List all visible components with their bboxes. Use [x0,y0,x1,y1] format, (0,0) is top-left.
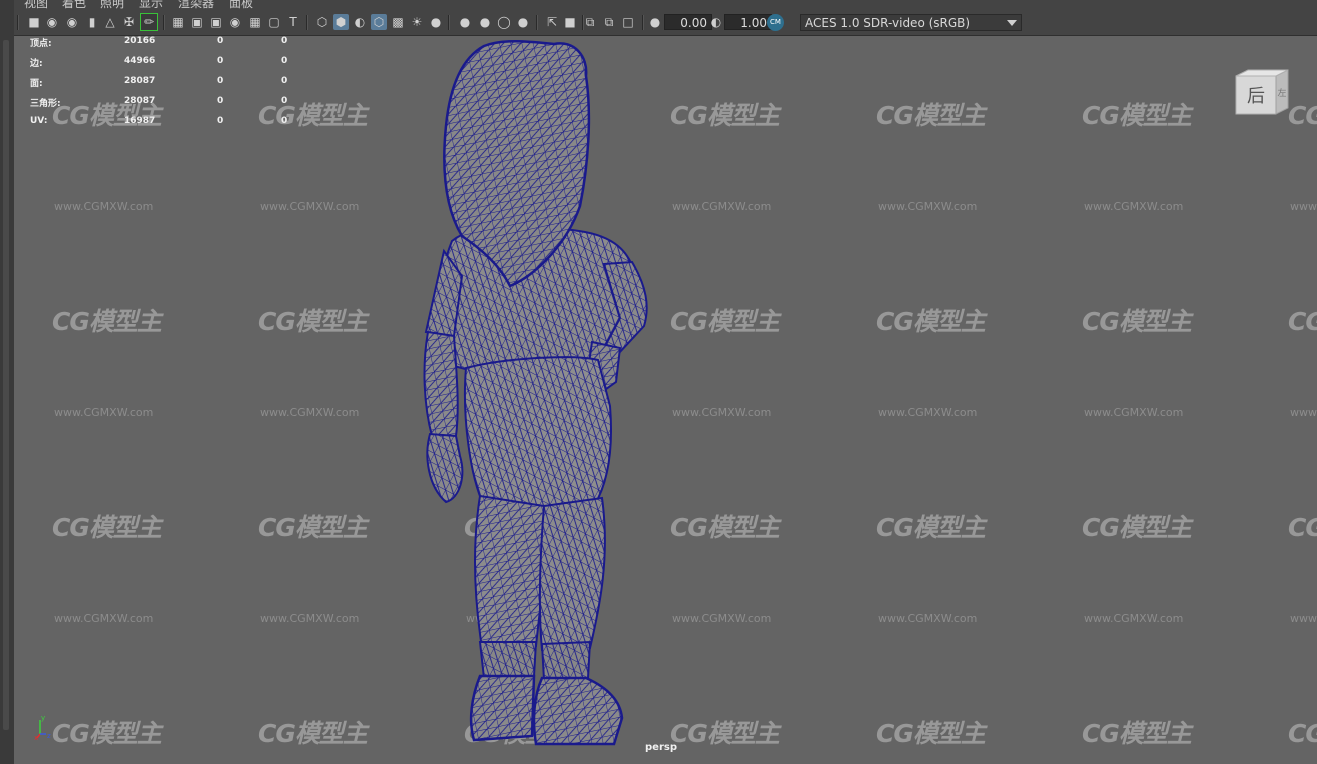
hud-selected: 0 [217,36,224,46]
resolution-icon[interactable]: □ [620,14,636,30]
dock-grip[interactable] [3,40,9,730]
wireframe-icon[interactable]: ⬡ [314,14,330,30]
menu-view[interactable]: 视图 [24,0,48,11]
axis-y-label: y [41,714,45,722]
hud-label: 边: [30,59,43,69]
ambient-occlusion-icon[interactable]: ● [457,14,473,30]
isolate-select-icon[interactable]: ⇱ [544,14,560,30]
hud-selected: 0 [217,56,224,66]
viewcube[interactable]: 后 左 [1234,68,1290,116]
viewcube-left-face[interactable]: 左 [1277,87,1286,99]
menu-show[interactable]: 显示 [139,0,163,11]
image-plane-icon[interactable]: △ [102,14,118,30]
use-lights-icon[interactable]: ☀ [409,14,425,30]
axis-gizmo: y x z [34,714,51,742]
depth-of-field-icon[interactable]: ● [515,14,531,30]
hud-label: 三角形: [30,99,61,109]
view-transform-value: ACES 1.0 SDR-video (sRGB) [805,16,971,30]
textured-icon[interactable]: ⧉ [582,14,598,30]
3d-viewport[interactable]: CG模型主CG模型主CG模型主CG模型主CG模型主CG模型主CG模型主CG模型主… [14,36,1317,764]
panel-toolbar: ■ ◉ ◉ ▮ △ ✠ ✏ ▦ ▣ ▣ ◉ ▦ ▢ T ⬡ ⬢ ◐ ⬡ ▩ ☀ … [14,11,1317,36]
toolbar-separator [448,15,450,30]
hud-selected: 0 [217,116,224,126]
hud-row: 顶点: 20166 0 0 [30,36,300,56]
toolbar-separator [306,15,308,30]
exposure-icon[interactable]: ● [647,14,663,30]
safe-action-icon[interactable]: ▢ [266,14,282,30]
menu-lighting[interactable]: 照明 [100,0,124,11]
hud-component: 0 [281,56,288,66]
menu-renderer[interactable]: 渲染器 [178,0,214,11]
select-camera-icon[interactable]: ■ [26,14,42,30]
hud-label: UV: [30,116,48,126]
wireframe-on-shaded-icon[interactable]: ⬡ [371,14,387,30]
toolbar-separator [163,15,165,30]
chevron-down-icon [1007,20,1017,26]
safe-title-icon[interactable]: T [285,14,301,30]
color-management-toggle[interactable]: CM [767,14,784,31]
hud-component: 0 [281,76,288,86]
field-chart-icon[interactable]: ▦ [247,14,263,30]
hud-row: 三角形: 28087 0 0 [30,96,300,116]
camera-attributes-icon[interactable]: ◉ [44,14,60,30]
shadows-icon[interactable]: ● [428,14,444,30]
hud-row: 边: 44966 0 0 [30,56,300,76]
hud-row: 面: 28087 0 0 [30,76,300,96]
2d-pan-zoom-icon[interactable]: ✠ [121,14,137,30]
viewcube-back-face[interactable]: 后 [1247,86,1265,107]
axis-z-label: z [47,732,51,740]
xray-joints-icon[interactable]: ■ [562,14,578,30]
left-dock-strip [0,0,15,764]
menu-shading[interactable]: 着色 [62,0,86,11]
camera-lock-icon[interactable]: ◉ [64,14,80,30]
toolbar-separator [642,15,644,30]
hud-component: 0 [281,36,288,46]
camera-name-label: persp [645,742,677,753]
menu-panels[interactable]: 面板 [229,0,253,11]
hud-label: 顶点: [30,39,52,49]
smooth-shade-icon[interactable]: ⬢ [333,14,349,30]
character-wireframe-mesh[interactable] [14,36,1317,764]
hud-label: 面: [30,79,43,89]
hud-total: 16987 [124,116,156,126]
exposure-field[interactable]: 0.00 [664,14,712,30]
motion-blur-icon[interactable]: ● [477,14,493,30]
maya-viewport-panel: 视图 着色 照明 显示 渲染器 面板 ■ ◉ ◉ ▮ △ ✠ ✏ ▦ ▣ ▣ ◉… [0,0,1317,764]
hud-total: 28087 [124,76,156,86]
axis-x-label: x [34,734,38,742]
hud-total: 44966 [124,56,156,66]
hud-component: 0 [281,116,288,126]
hud-total: 20166 [124,36,156,46]
flat-shade-icon[interactable]: ◐ [352,14,368,30]
gamma-icon[interactable]: ◐ [708,14,724,30]
gate-mask-icon[interactable]: ◉ [227,14,243,30]
panel-menu-bar: 视图 着色 照明 显示 渲染器 面板 [14,0,1317,11]
hud-component: 0 [281,96,288,106]
xray-icon[interactable]: ▩ [390,14,406,30]
bookmark-icon[interactable]: ▮ [84,14,100,30]
toolbar-separator [17,15,19,30]
gamma-field[interactable]: 1.00 [724,14,772,30]
hud-total: 28087 [124,96,156,106]
grease-pencil-icon[interactable]: ✏ [140,13,158,31]
anti-aliasing-icon[interactable]: ◯ [496,14,512,30]
view-transform-select[interactable]: ACES 1.0 SDR-video (sRGB) [800,14,1022,31]
xray-active-icon[interactable]: ⧉ [601,14,617,30]
hud-row: UV: 16987 0 0 [30,116,300,136]
resolution-gate-icon[interactable]: ▣ [208,14,224,30]
hud-selected: 0 [217,76,224,86]
hud-selected: 0 [217,96,224,106]
grid-icon[interactable]: ▦ [170,14,186,30]
toolbar-separator [536,15,538,30]
film-gate-icon[interactable]: ▣ [189,14,205,30]
